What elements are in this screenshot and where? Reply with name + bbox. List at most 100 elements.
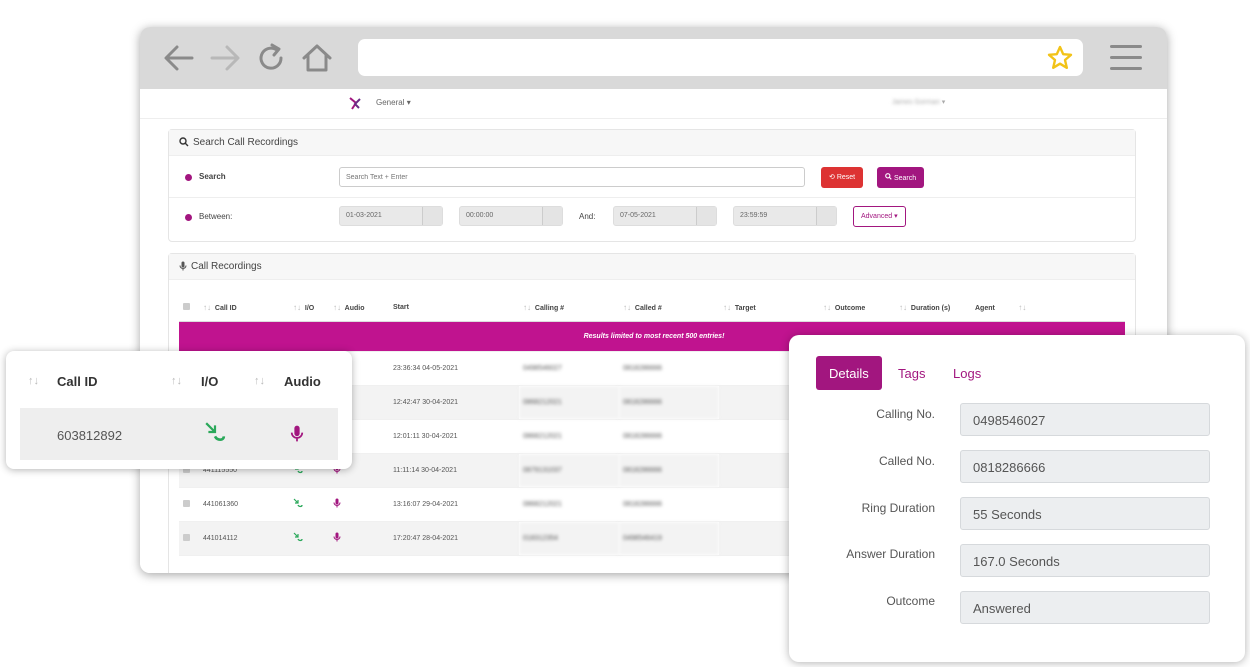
column-call-id[interactable]: ↑↓ Call ID: [199, 294, 289, 322]
help-icon[interactable]: [185, 174, 192, 181]
column-label: Duration (s): [910, 304, 951, 312]
to-date-value: 07-05-2021: [620, 212, 656, 219]
cell-call-id: 441061360: [199, 487, 289, 522]
cell-called: 0818286666: [619, 351, 719, 386]
column-label: Called #: [634, 304, 662, 312]
tab-tags[interactable]: Tags: [885, 356, 938, 390]
play-audio-icon[interactable]: [290, 424, 304, 443]
recordings-panel-title: Call Recordings: [191, 261, 262, 272]
sort-icon[interactable]: ↑↓: [1018, 303, 1026, 312]
from-time-value: 00:00:00: [466, 212, 494, 219]
from-date-value: 01-03-2021: [346, 212, 382, 219]
calendar-icon[interactable]: [422, 207, 442, 225]
reset-label: Reset: [836, 174, 856, 181]
clock-icon[interactable]: [816, 207, 836, 225]
row-checkbox[interactable]: [183, 533, 190, 541]
search-panel-header: Search Call Recordings: [169, 130, 1135, 156]
search-panel-title: Search Call Recordings: [193, 137, 299, 148]
advanced-button[interactable]: Advanced ▾: [853, 206, 906, 227]
column-label: Agent: [975, 304, 995, 312]
cell-calling: 0868212021: [519, 385, 619, 420]
table-header: ↑↓ Call ID ↑↓ I/O ↑↓ Audio Start ↑↓ Call…: [179, 294, 1125, 322]
column-agent[interactable]: Agent ↑↓: [971, 294, 1125, 322]
star-icon[interactable]: [1047, 45, 1073, 71]
column-io: I/O: [201, 374, 219, 389]
sort-icon[interactable]: ↑↓: [623, 303, 631, 312]
column-duration[interactable]: ↑↓ Duration (s): [895, 294, 971, 322]
address-bar[interactable]: [358, 39, 1083, 76]
hamburger-icon[interactable]: [1110, 45, 1142, 71]
to-date-input[interactable]: 07-05-2021: [613, 206, 717, 226]
cell-start: 13:16:07 29-04-2021: [389, 487, 519, 522]
column-label: Calling #: [534, 304, 565, 312]
search-row: Search ⟲ Reset Search: [169, 158, 1135, 195]
cell-calling: 0879131037: [519, 453, 619, 488]
user-dropdown[interactable]: James Gorman ▾: [892, 98, 945, 106]
recordings-panel-header: Call Recordings: [169, 254, 1135, 280]
sort-icon[interactable]: ↑↓: [254, 375, 265, 387]
reset-button[interactable]: ⟲ Reset: [821, 167, 864, 188]
search-icon: [885, 173, 892, 180]
tab-details[interactable]: Details: [816, 356, 882, 390]
sort-icon[interactable]: ↑↓: [333, 303, 341, 312]
between-row: Between: 01-03-2021 00:00:00 And: 07-05-…: [169, 197, 1135, 234]
to-time-input[interactable]: 23:59:59: [733, 206, 837, 226]
cell-start: 17:20:47 28-04-2021: [389, 521, 519, 556]
column-io[interactable]: ↑↓ I/O: [289, 294, 329, 322]
sort-icon[interactable]: ↑↓: [293, 303, 301, 312]
sort-icon[interactable]: ↑↓: [899, 303, 907, 312]
workspace-dropdown[interactable]: General ▾: [376, 98, 411, 107]
sort-icon[interactable]: ↑↓: [203, 303, 211, 312]
checkbox[interactable]: [183, 302, 190, 310]
from-date-input[interactable]: 01-03-2021: [339, 206, 443, 226]
and-label: And:: [579, 212, 596, 221]
cell-call-id: 441014112: [199, 521, 289, 556]
sort-icon[interactable]: ↑↓: [723, 303, 731, 312]
column-called[interactable]: ↑↓ Called #: [619, 294, 719, 322]
column-target[interactable]: ↑↓ Target: [719, 294, 819, 322]
column-audio[interactable]: ↑↓ Audio: [329, 294, 389, 322]
cell-called: 0818286666: [619, 419, 719, 454]
column-label: Target: [734, 304, 756, 312]
column-label: Audio: [344, 304, 365, 312]
inbound-call-icon: [293, 532, 303, 542]
column-start[interactable]: Start: [389, 294, 519, 322]
select-all-checkbox[interactable]: [179, 294, 199, 322]
from-time-input[interactable]: 00:00:00: [459, 206, 563, 226]
row-checkbox[interactable]: [183, 499, 190, 507]
cell-called: 0818286666: [619, 385, 719, 420]
help-icon[interactable]: [185, 214, 192, 221]
sort-icon[interactable]: ↑↓: [171, 375, 182, 387]
microphone-icon: [179, 261, 187, 271]
tab-logs[interactable]: Logs: [940, 356, 994, 390]
home-icon[interactable]: [300, 41, 334, 75]
zoomed-row-header: ↑↓ Call ID ↑↓ I/O ↑↓ Audio: [6, 351, 352, 408]
sort-icon[interactable]: ↑↓: [523, 303, 531, 312]
outcome-field: Answered: [960, 591, 1210, 624]
play-audio-icon[interactable]: [333, 532, 341, 542]
search-button[interactable]: Search: [877, 167, 925, 188]
cell-called: 0498546419: [619, 521, 719, 556]
inbound-call-icon: [205, 422, 226, 442]
cell-calling: 0868212021: [519, 419, 619, 454]
cell-start: 12:42:47 30-04-2021: [389, 385, 519, 420]
sort-icon[interactable]: ↑↓: [823, 303, 831, 312]
forward-icon[interactable]: [208, 41, 242, 75]
clock-icon[interactable]: [542, 207, 562, 225]
advanced-label: Advanced: [861, 213, 893, 220]
reload-icon[interactable]: [254, 41, 288, 75]
column-calling[interactable]: ↑↓ Calling #: [519, 294, 619, 322]
sort-icon[interactable]: ↑↓: [28, 375, 39, 387]
column-outcome[interactable]: ↑↓ Outcome: [819, 294, 895, 322]
search-input[interactable]: [339, 167, 805, 187]
column-label: Call ID: [214, 304, 237, 312]
play-audio-icon[interactable]: [333, 498, 341, 508]
column-audio: Audio: [284, 374, 321, 389]
back-icon[interactable]: [162, 41, 196, 75]
table-row[interactable]: 603812892: [20, 408, 338, 460]
search-label: Search: [199, 172, 226, 181]
called-number-field: 0818286666: [960, 450, 1210, 483]
ring-duration-field: 55 Seconds: [960, 497, 1210, 530]
cell-calling: 0868212021: [519, 487, 619, 522]
calendar-icon[interactable]: [696, 207, 716, 225]
